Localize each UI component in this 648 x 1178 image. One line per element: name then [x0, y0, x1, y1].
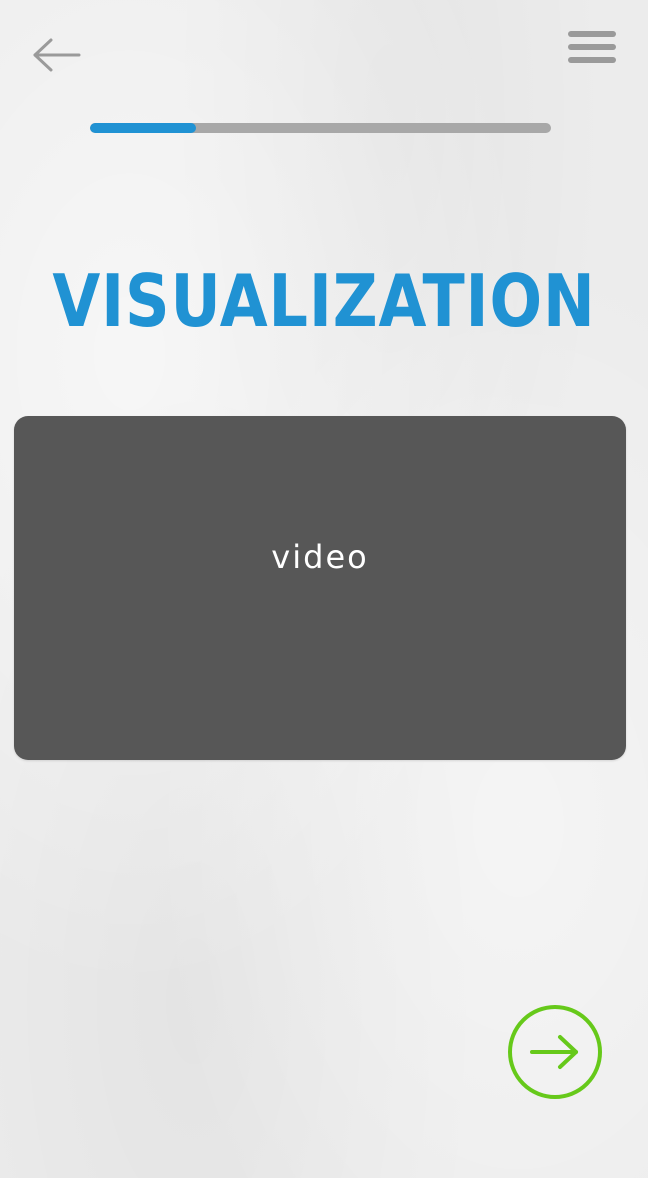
- arrow-left-icon: [33, 38, 81, 72]
- hamburger-menu-icon: [568, 31, 616, 63]
- video-label: video: [271, 538, 369, 576]
- page-title: VISUALIZATION: [52, 259, 596, 343]
- menu-button[interactable]: [563, 26, 621, 68]
- back-button[interactable]: [26, 32, 86, 78]
- video-player[interactable]: [14, 416, 626, 760]
- next-button[interactable]: [508, 1005, 602, 1099]
- arrow-right-icon: [530, 1035, 578, 1069]
- progress-bar: [90, 123, 551, 133]
- progress-bar-fill: [90, 123, 197, 133]
